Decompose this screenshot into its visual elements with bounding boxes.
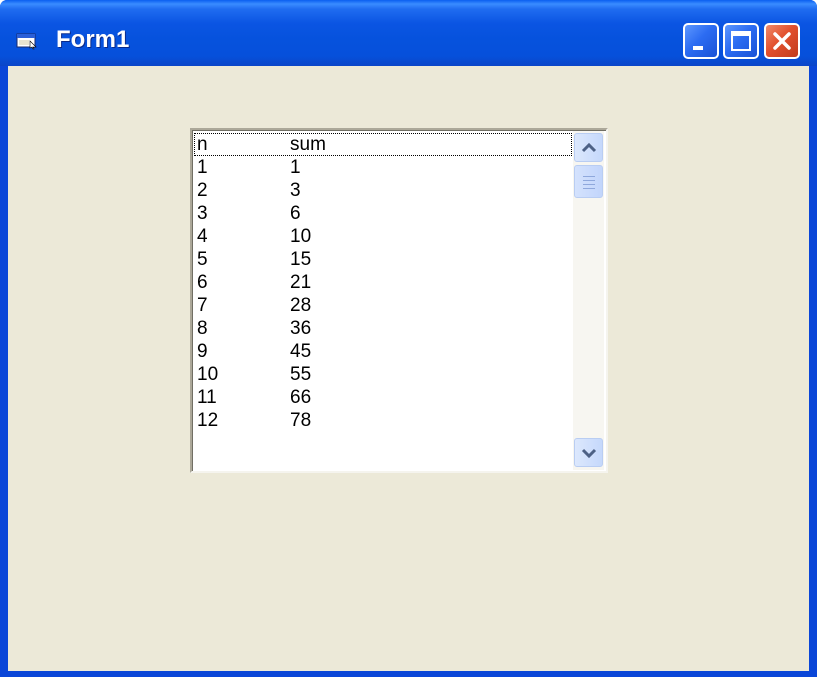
- n-value: 8: [197, 318, 208, 339]
- maximize-button[interactable]: [723, 23, 759, 59]
- thumb-grip-line: [583, 184, 595, 185]
- sum-value: 10: [290, 226, 312, 247]
- sum-value: 21: [290, 272, 312, 293]
- close-button[interactable]: [764, 23, 800, 59]
- list-item[interactable]: 11 66: [194, 386, 572, 409]
- list-item[interactable]: 9 45: [194, 340, 572, 363]
- n-value: 11: [197, 387, 217, 408]
- list-item[interactable]: 10 55: [194, 363, 572, 386]
- sum-value: 6: [290, 203, 301, 224]
- thumb-grip-line: [583, 188, 595, 189]
- results-listbox[interactable]: n sum 1 1 2 3 3 6 4 10 5 15 6 21 7 28 8 …: [190, 128, 608, 473]
- n-value: 1: [197, 157, 208, 178]
- list-item[interactable]: 7 28: [194, 294, 572, 317]
- sum-value: 1: [290, 157, 301, 178]
- sum-value: 66: [290, 387, 312, 408]
- column-n-label: n: [197, 134, 208, 155]
- n-value: 12: [197, 410, 219, 431]
- scroll-up-button[interactable]: [574, 133, 603, 162]
- thumb-grip-line: [583, 180, 595, 181]
- sum-value: 55: [290, 364, 312, 385]
- close-icon: [773, 32, 791, 50]
- list-items: n sum 1 1 2 3 3 6 4 10 5 15 6 21 7 28 8 …: [194, 133, 572, 432]
- n-value: 4: [197, 226, 208, 247]
- n-value: 5: [197, 249, 208, 270]
- sum-value: 78: [290, 410, 312, 431]
- scroll-down-button[interactable]: [574, 438, 603, 467]
- chevron-up-icon: [581, 142, 597, 153]
- list-header-row[interactable]: n sum: [194, 133, 572, 156]
- list-item[interactable]: 6 21: [194, 271, 572, 294]
- sum-value: 28: [290, 295, 312, 316]
- column-sum-label: sum: [290, 134, 326, 155]
- sum-value: 36: [290, 318, 312, 339]
- list-item[interactable]: 2 3: [194, 179, 572, 202]
- thumb-grip-line: [583, 176, 595, 177]
- chevron-down-icon: [581, 448, 597, 459]
- n-value: 3: [197, 203, 208, 224]
- sum-value: 3: [290, 180, 301, 201]
- n-value: 7: [197, 295, 208, 316]
- list-item[interactable]: 4 10: [194, 225, 572, 248]
- title-bar[interactable]: Form1: [0, 0, 817, 66]
- scroll-thumb[interactable]: [574, 165, 603, 198]
- n-value: 10: [197, 364, 219, 385]
- minimize-button[interactable]: [683, 23, 719, 59]
- list-item[interactable]: 8 36: [194, 317, 572, 340]
- form-client-area: n sum 1 1 2 3 3 6 4 10 5 15 6 21 7 28 8 …: [8, 66, 809, 671]
- maximize-icon: [731, 31, 751, 51]
- application-window: Form1 n sum 1 1 2 3 3 6 4 10 5 15 6 21 7…: [0, 0, 817, 677]
- list-item[interactable]: 12 78: [194, 409, 572, 432]
- n-value: 6: [197, 272, 208, 293]
- list-item[interactable]: 3 6: [194, 202, 572, 225]
- minimize-icon: [693, 46, 703, 50]
- sum-value: 45: [290, 341, 312, 362]
- vertical-scrollbar[interactable]: [573, 131, 604, 470]
- form-window-icon[interactable]: [16, 32, 38, 50]
- window-title: Form1: [56, 26, 130, 53]
- list-item[interactable]: 5 15: [194, 248, 572, 271]
- list-item[interactable]: 1 1: [194, 156, 572, 179]
- n-value: 2: [197, 180, 208, 201]
- sum-value: 15: [290, 249, 312, 270]
- n-value: 9: [197, 341, 208, 362]
